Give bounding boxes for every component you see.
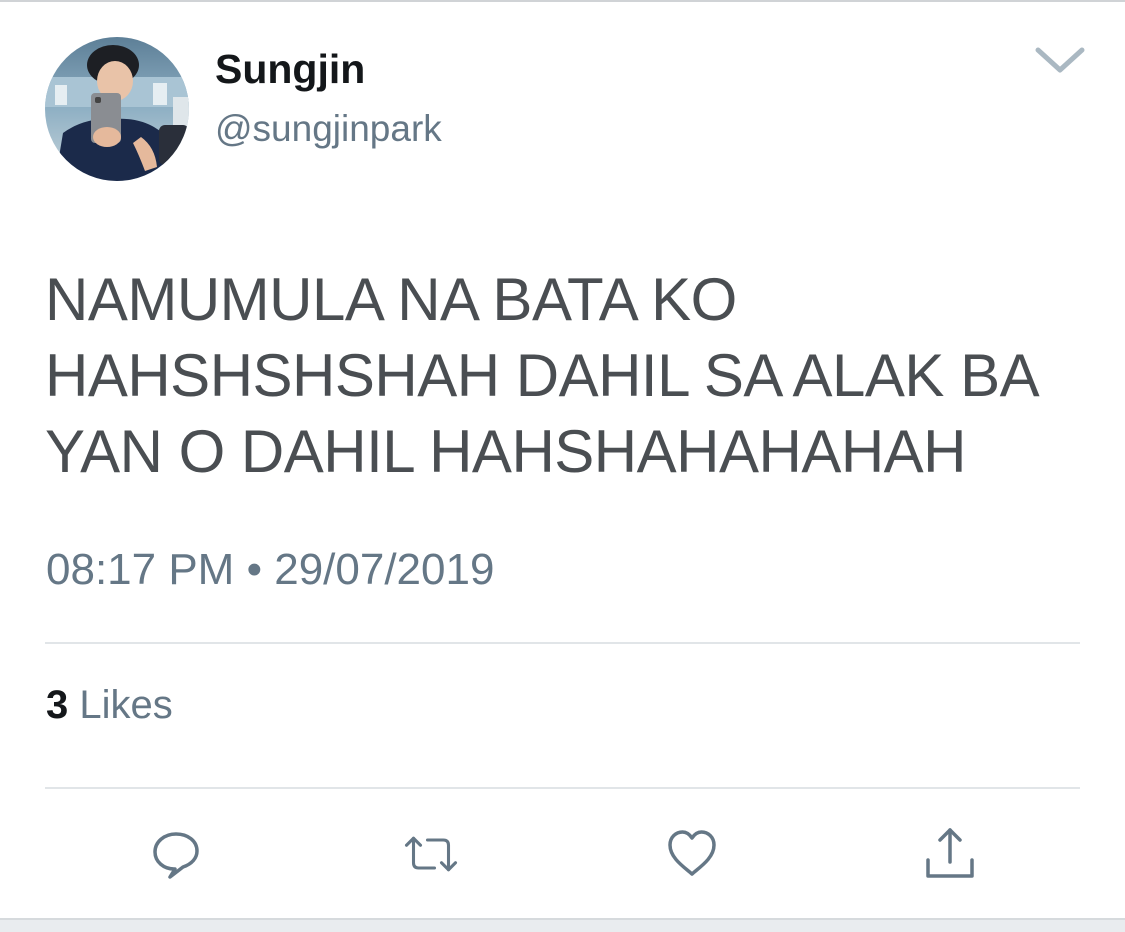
avatar[interactable] <box>45 37 189 181</box>
top-border <box>0 0 1125 2</box>
share-icon[interactable] <box>922 826 978 882</box>
heart-icon[interactable] <box>664 826 720 882</box>
tweet-timestamp[interactable]: 08:17 PM • 29/07/2019 <box>46 545 494 595</box>
likes-count-link[interactable]: 3 Likes <box>46 683 173 728</box>
chevron-down-icon[interactable] <box>1032 40 1088 80</box>
timestamp-separator: • <box>246 545 262 594</box>
divider <box>45 787 1080 789</box>
author-display-name[interactable]: Sungjin <box>215 46 365 93</box>
likes-label: Likes <box>79 683 173 727</box>
divider <box>45 642 1080 644</box>
reply-icon[interactable] <box>148 826 204 882</box>
retweet-icon[interactable] <box>403 826 459 882</box>
avatar-photo <box>45 37 189 181</box>
tweet-time: 08:17 PM <box>46 545 235 594</box>
bottom-bar <box>0 918 1125 932</box>
likes-count: 3 <box>46 683 69 727</box>
tweet-detail-screen: Sungjin @sungjinpark NAMUMULA NA BATA KO… <box>0 0 1125 932</box>
author-handle[interactable]: @sungjinpark <box>215 108 442 150</box>
tweet-text: NAMUMULA NA BATA KO HAHSHSHSHAH DAHIL SA… <box>45 266 1036 485</box>
tweet-date: 29/07/2019 <box>274 545 495 594</box>
